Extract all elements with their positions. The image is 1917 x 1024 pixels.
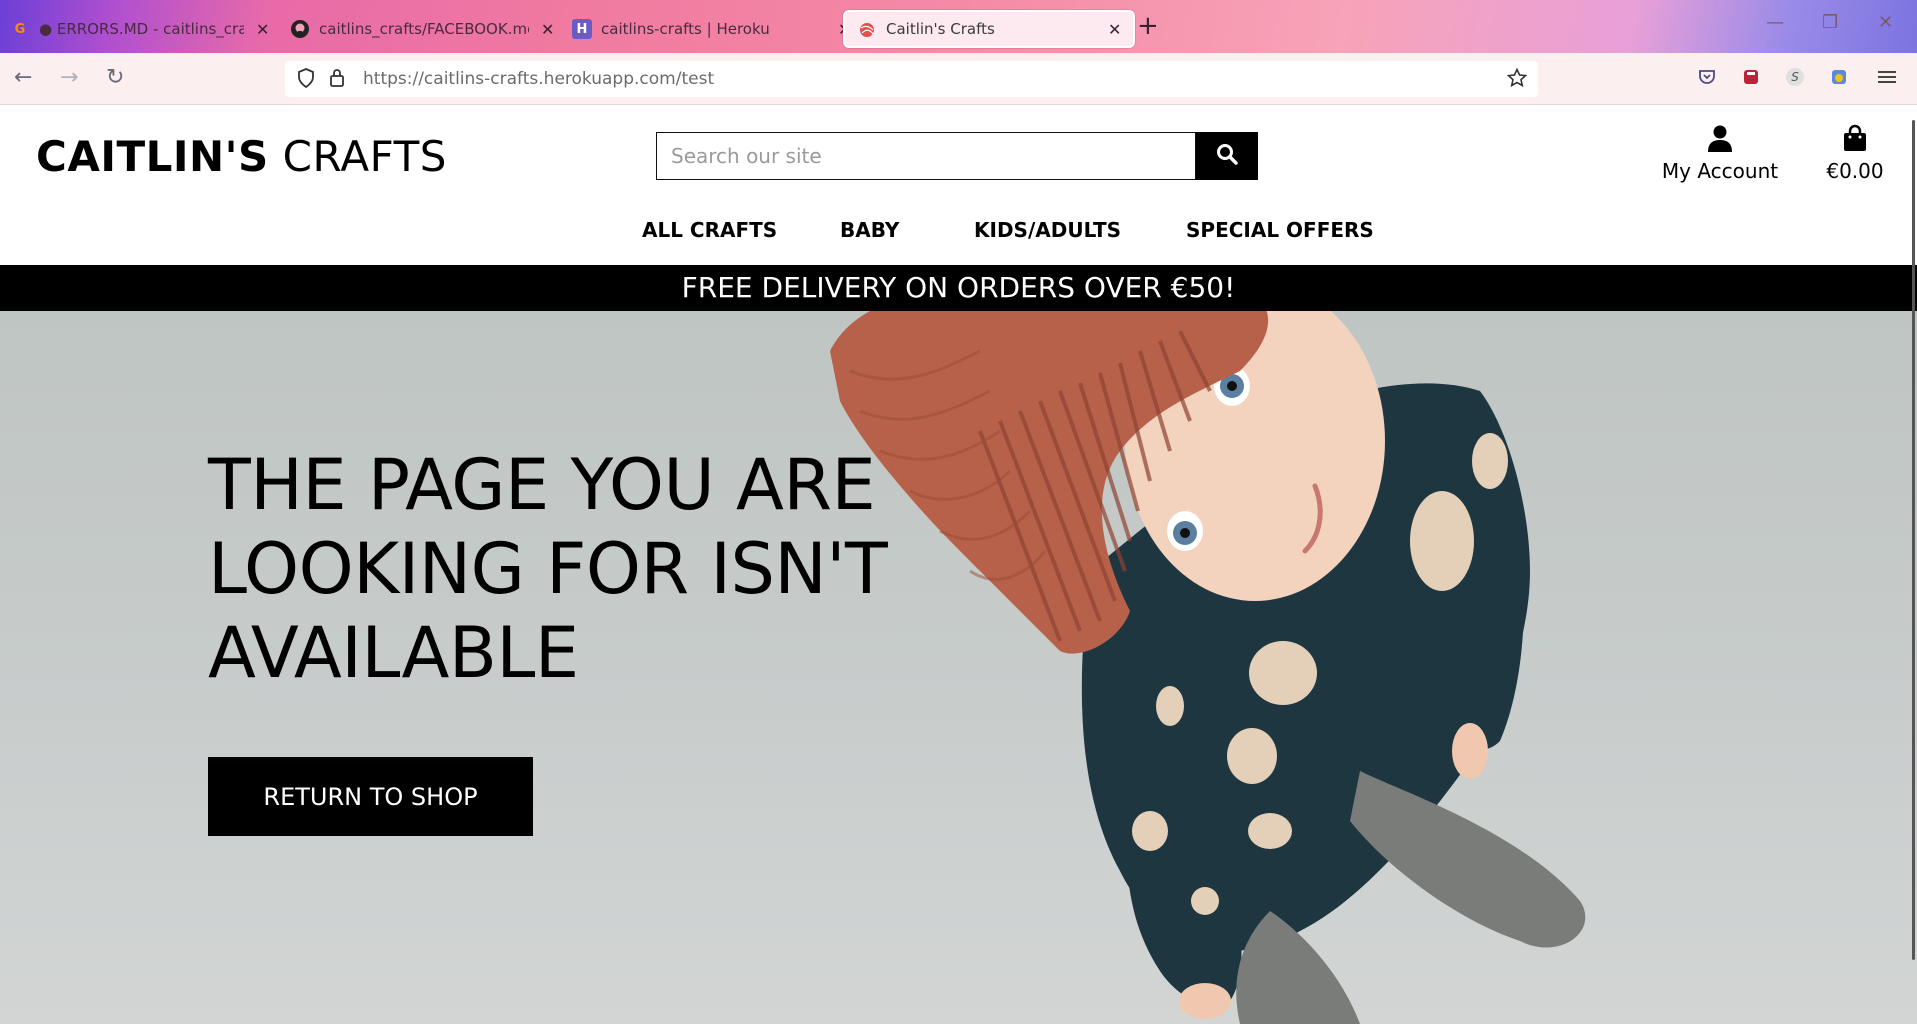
return-to-shop-button[interactable]: RETURN TO SHOP: [208, 757, 533, 836]
bookmark-star-icon[interactable]: [1506, 67, 1528, 93]
search-input[interactable]: [656, 132, 1196, 180]
back-arrow-icon[interactable]: ←: [14, 65, 32, 90]
tab-facebook-md[interactable]: caitlins_crafts/FACEBOOK.md at ✕: [290, 10, 554, 48]
hamburger-menu-icon[interactable]: [1875, 65, 1899, 89]
cart-total: €0.00: [1826, 159, 1884, 183]
main-nav: ALL CRAFTS BABY KIDS/ADULTS SPECIAL OFFE…: [0, 218, 1917, 258]
extension-shield-icon[interactable]: [1739, 65, 1763, 89]
lock-icon[interactable]: [329, 68, 345, 93]
url-bar[interactable]: https://caitlins-crafts.herokuapp.com/te…: [285, 61, 1538, 97]
url-host: https://caitlins-crafts.herokuapp.com: [363, 69, 676, 89]
close-icon[interactable]: ✕: [1108, 20, 1121, 39]
site-header: CAITLIN'S CRAFTS My Account €0.00 ALL CR…: [0, 106, 1917, 265]
browser-tab-bar: G ● ERRORS.MD - caitlins_crafts - ✕ cait…: [0, 0, 1917, 53]
my-account-link[interactable]: My Account: [1660, 124, 1780, 183]
window-close-icon[interactable]: ✕: [1878, 12, 1893, 33]
reload-icon[interactable]: ↻: [106, 65, 124, 90]
new-tab-button[interactable]: +: [1137, 11, 1159, 41]
browser-nav-bar: ← → ↻ https://caitlins-crafts.herokuapp.…: [0, 53, 1917, 105]
logo-light: CRAFTS: [282, 132, 447, 181]
tab-title: caitlins_crafts/FACEBOOK.md at: [319, 20, 529, 38]
tab-title: ● ERRORS.MD - caitlins_crafts -: [39, 20, 244, 38]
my-account-label: My Account: [1661, 159, 1779, 183]
search-button[interactable]: [1196, 132, 1258, 180]
page-scrollbar[interactable]: [1912, 120, 1915, 960]
nav-all-crafts[interactable]: ALL CRAFTS: [642, 218, 777, 242]
gitpod-icon: G: [14, 21, 26, 37]
tab-caitlins-crafts[interactable]: Caitlin's Crafts ✕: [843, 10, 1136, 48]
url-path: /test: [675, 69, 715, 89]
restore-icon[interactable]: ❐: [1822, 12, 1838, 33]
web-page: CAITLIN'S CRAFTS My Account €0.00 ALL CR…: [0, 106, 1917, 1024]
minimize-icon[interactable]: —: [1766, 12, 1784, 33]
nav-kids-adults[interactable]: KIDS/ADULTS: [974, 218, 1121, 242]
nav-baby[interactable]: BABY: [840, 218, 899, 242]
user-icon: [1707, 125, 1733, 156]
extension-puzzle-icon[interactable]: [1827, 65, 1851, 89]
logo-bold: CAITLIN'S: [36, 132, 269, 181]
hero-title: THE PAGE YOU ARE LOOKING FOR ISN'T AVAIL…: [208, 444, 888, 694]
heroku-icon: H: [572, 19, 592, 39]
promo-banner: FREE DELIVERY ON ORDERS OVER €50!: [0, 265, 1917, 311]
shopping-bag-link[interactable]: €0.00: [1820, 124, 1890, 183]
tab-title: Caitlin's Crafts: [886, 20, 995, 38]
yarn-icon: [857, 19, 877, 39]
tab-heroku[interactable]: H caitlins-crafts | Heroku ✕: [572, 10, 851, 48]
hero-section: THE PAGE YOU ARE LOOKING FOR ISN'T AVAIL…: [0, 311, 1917, 1024]
nav-special-offers[interactable]: SPECIAL OFFERS: [1186, 218, 1374, 242]
search-icon: [1216, 143, 1238, 170]
url-text[interactable]: https://caitlins-crafts.herokuapp.com/te…: [363, 69, 714, 89]
site-logo[interactable]: CAITLIN'S CRAFTS: [36, 132, 447, 181]
svg-text:S: S: [1791, 70, 1799, 84]
tab-errors-md[interactable]: G ● ERRORS.MD - caitlins_crafts - ✕: [10, 10, 270, 48]
close-icon[interactable]: ✕: [256, 20, 269, 39]
pocket-icon[interactable]: [1695, 65, 1719, 89]
close-icon[interactable]: ✕: [541, 20, 554, 39]
github-icon: [290, 19, 310, 39]
forward-arrow-icon[interactable]: →: [60, 65, 78, 90]
shield-icon[interactable]: [297, 68, 315, 93]
extension-s-icon[interactable]: S: [1783, 65, 1807, 89]
shopping-bag-icon: [1842, 124, 1868, 156]
tab-title: caitlins-crafts | Heroku: [601, 20, 770, 38]
